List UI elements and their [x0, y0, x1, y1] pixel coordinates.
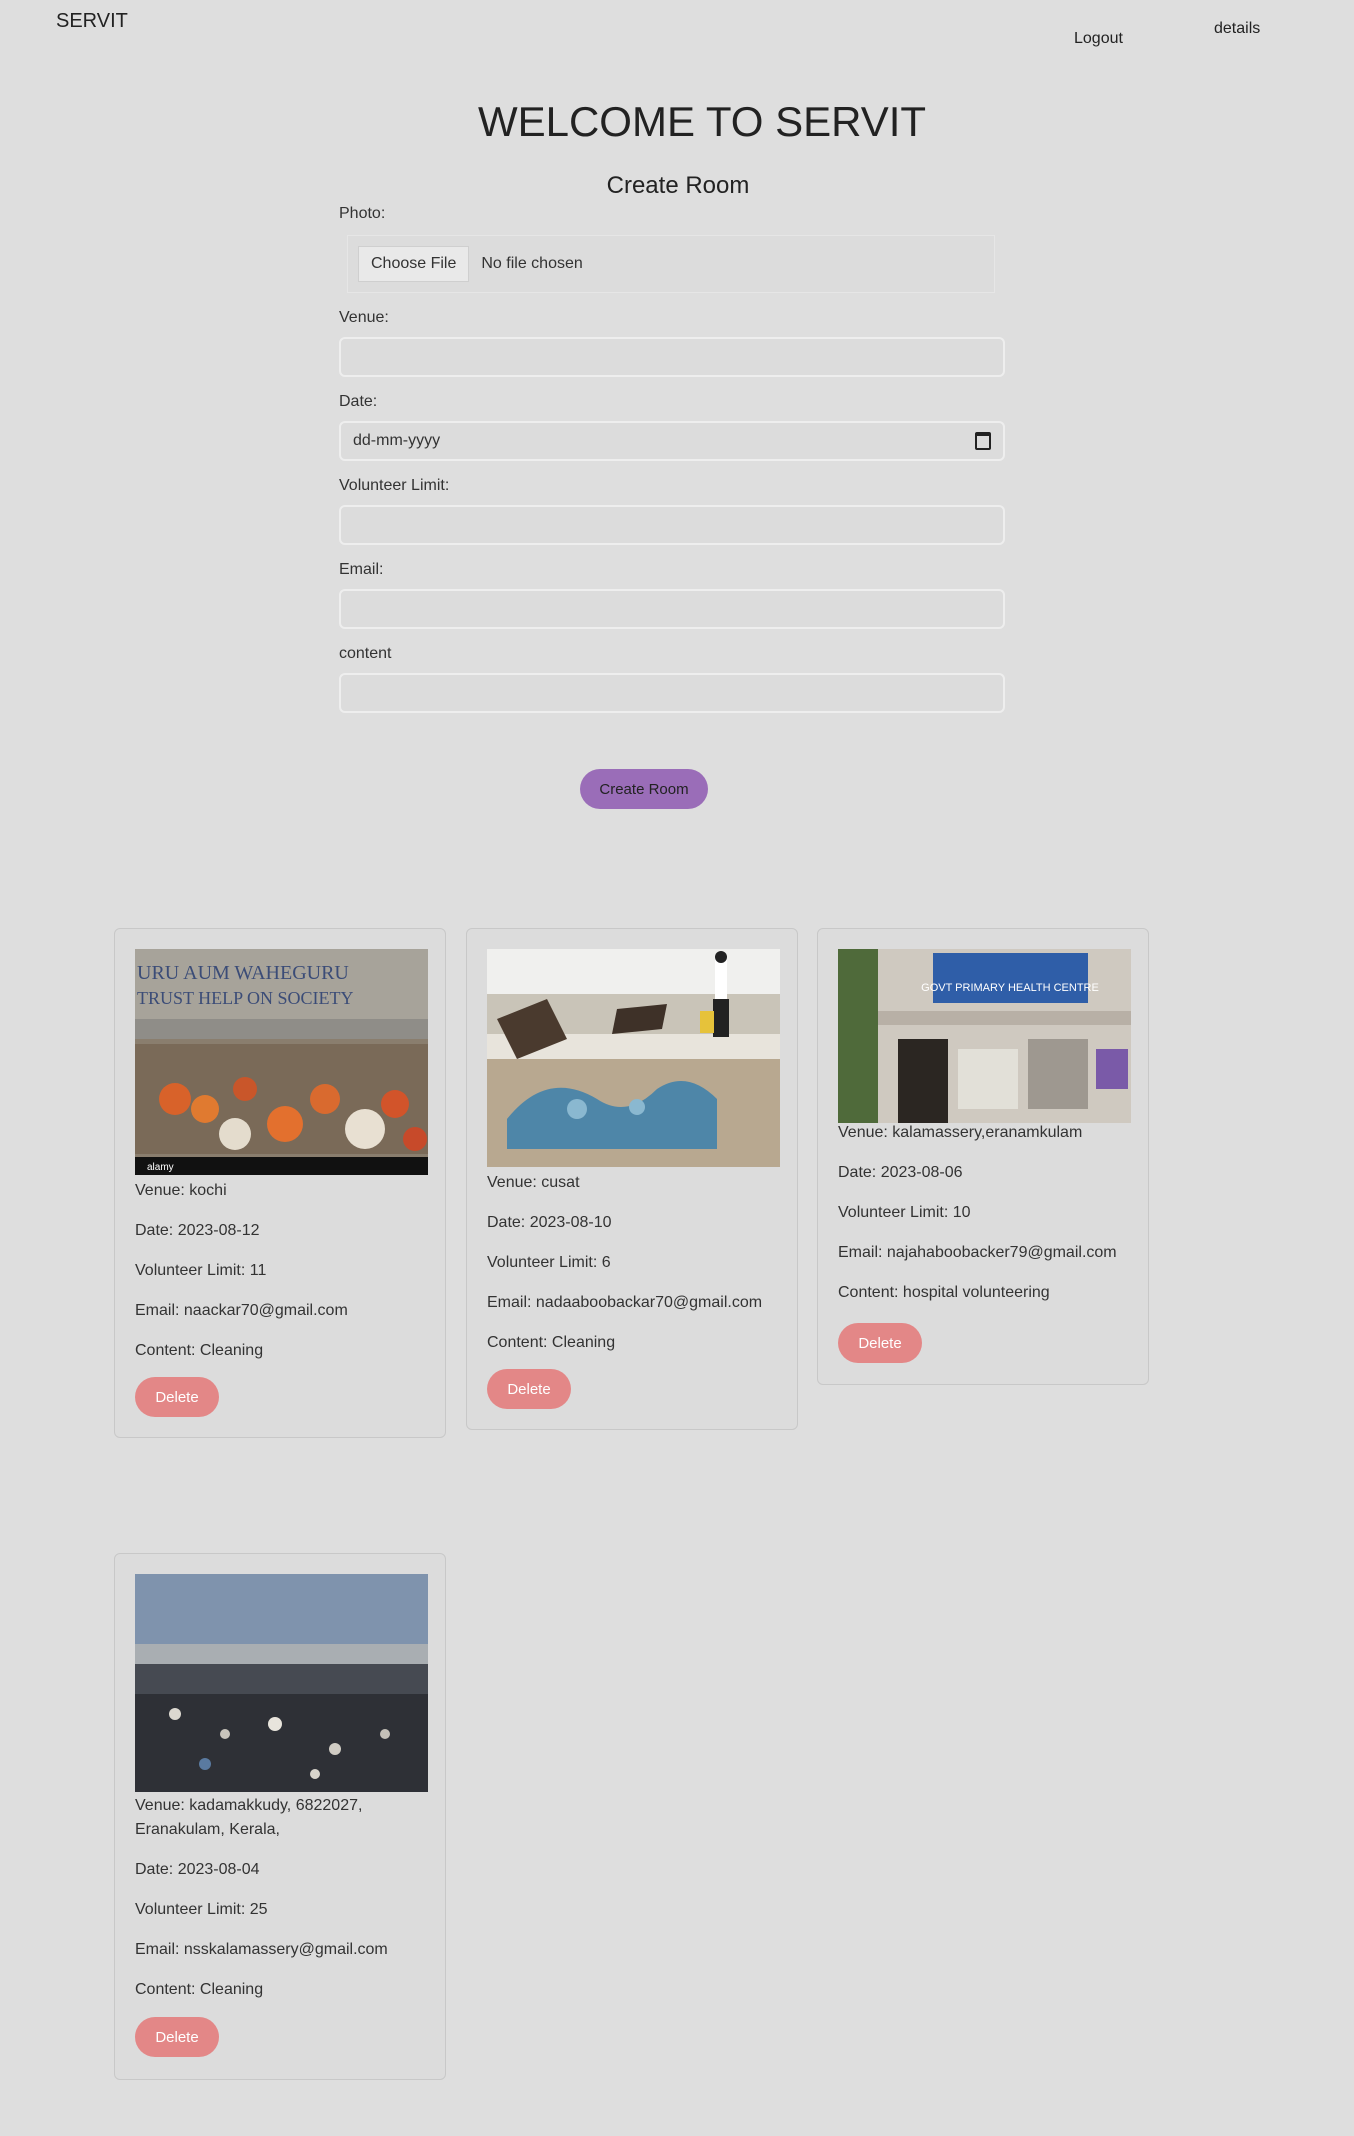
room-email: Email: naackar70@gmail.com	[135, 1302, 348, 1319]
room-card: URU AUM WAHEGURU TRUST HELP ON SOCIETY a…	[114, 928, 446, 1438]
photo-caption: alamy	[147, 1162, 174, 1173]
crowd-photo: URU AUM WAHEGURU TRUST HELP ON SOCIETY a…	[135, 949, 428, 1175]
svg-text:URU AUM WAHEGURU: URU AUM WAHEGURU	[137, 962, 349, 984]
choose-file-button[interactable]: Choose File	[358, 246, 470, 282]
date-input[interactable]: dd-mm-yyyy	[339, 421, 1005, 461]
email-label: Email:	[339, 561, 384, 578]
room-volunteer-limit: Volunteer Limit: 10	[838, 1204, 971, 1221]
room-date: Date: 2023-08-04	[135, 1861, 260, 1878]
file-status: No file chosen	[481, 255, 583, 272]
room-venue: Venue: kalamassery,eranamkulam	[838, 1124, 1083, 1141]
form-title: Create Room	[606, 172, 750, 199]
create-room-button[interactable]: Create Room	[580, 769, 708, 809]
room-volunteer-limit: Volunteer Limit: 6	[487, 1254, 611, 1271]
room-venue: Venue: kadamakkudy, 6822027, Eranakulam,…	[135, 1797, 363, 1838]
content-label: content	[339, 645, 392, 662]
delete-button[interactable]: Delete	[135, 1377, 219, 1417]
details-link[interactable]: details	[1214, 20, 1260, 38]
beach-debris-photo	[487, 949, 780, 1167]
volunteer-limit-label: Volunteer Limit:	[339, 477, 450, 494]
room-content: Content: Cleaning	[135, 1342, 264, 1359]
date-label: Date:	[339, 393, 378, 410]
brand: SERVIT	[56, 10, 128, 32]
room-venue: Venue: kochi	[135, 1182, 227, 1199]
room-content: Content: Cleaning	[487, 1334, 616, 1351]
room-card: GOVT PRIMARY HEALTH CENTRE Venue: kalama…	[817, 928, 1149, 1385]
content-input[interactable]	[339, 673, 1005, 713]
photo-file-input[interactable]: Choose File No file chosen	[347, 235, 995, 293]
room-content: Content: hospital volunteering	[838, 1284, 1050, 1301]
delete-button[interactable]: Delete	[135, 2017, 219, 2057]
room-venue: Venue: cusat	[487, 1174, 580, 1191]
photo-label: Photo:	[339, 205, 386, 222]
create-room-form: Photo: Choose File No file chosen Venue:…	[339, 205, 1005, 713]
room-volunteer-limit: Volunteer Limit: 25	[135, 1901, 268, 1918]
room-email: Email: nadaaboobackar70@gmail.com	[487, 1294, 763, 1311]
room-date: Date: 2023-08-12	[135, 1222, 260, 1239]
delete-button[interactable]: Delete	[838, 1323, 922, 1363]
volunteer-limit-input[interactable]	[339, 505, 1005, 545]
health-centre-photo: GOVT PRIMARY HEALTH CENTRE	[838, 949, 1131, 1123]
email-input[interactable]	[339, 589, 1005, 629]
delete-button[interactable]: Delete	[487, 1369, 571, 1409]
photo-caption: GOVT PRIMARY HEALTH CENTRE	[921, 982, 1099, 994]
room-card: Venue: cusat Date: 2023-08-10 Volunteer …	[466, 928, 798, 1430]
room-email: Email: nsskalamassery@gmail.com	[135, 1941, 388, 1958]
room-content: Content: Cleaning	[135, 1981, 264, 1998]
logout-link[interactable]: Logout	[1074, 30, 1123, 48]
calendar-icon[interactable]	[975, 432, 991, 450]
page-title: WELCOME TO SERVIT	[477, 98, 927, 145]
room-email: Email: najahaboobacker79@gmail.com	[838, 1244, 1117, 1261]
date-placeholder: dd-mm-yyyy	[353, 432, 441, 449]
venue-input[interactable]	[339, 337, 1005, 377]
room-date: Date: 2023-08-06	[838, 1164, 963, 1181]
svg-text:TRUST HELP ON SOCIETY: TRUST HELP ON SOCIETY	[137, 988, 354, 1008]
room-volunteer-limit: Volunteer Limit: 11	[135, 1262, 267, 1279]
room-card: Venue: kadamakkudy, 6822027, Eranakulam,…	[114, 1553, 446, 2080]
polluted-shore-photo	[135, 1574, 428, 1792]
venue-label: Venue:	[339, 309, 389, 326]
room-date: Date: 2023-08-10	[487, 1214, 612, 1231]
